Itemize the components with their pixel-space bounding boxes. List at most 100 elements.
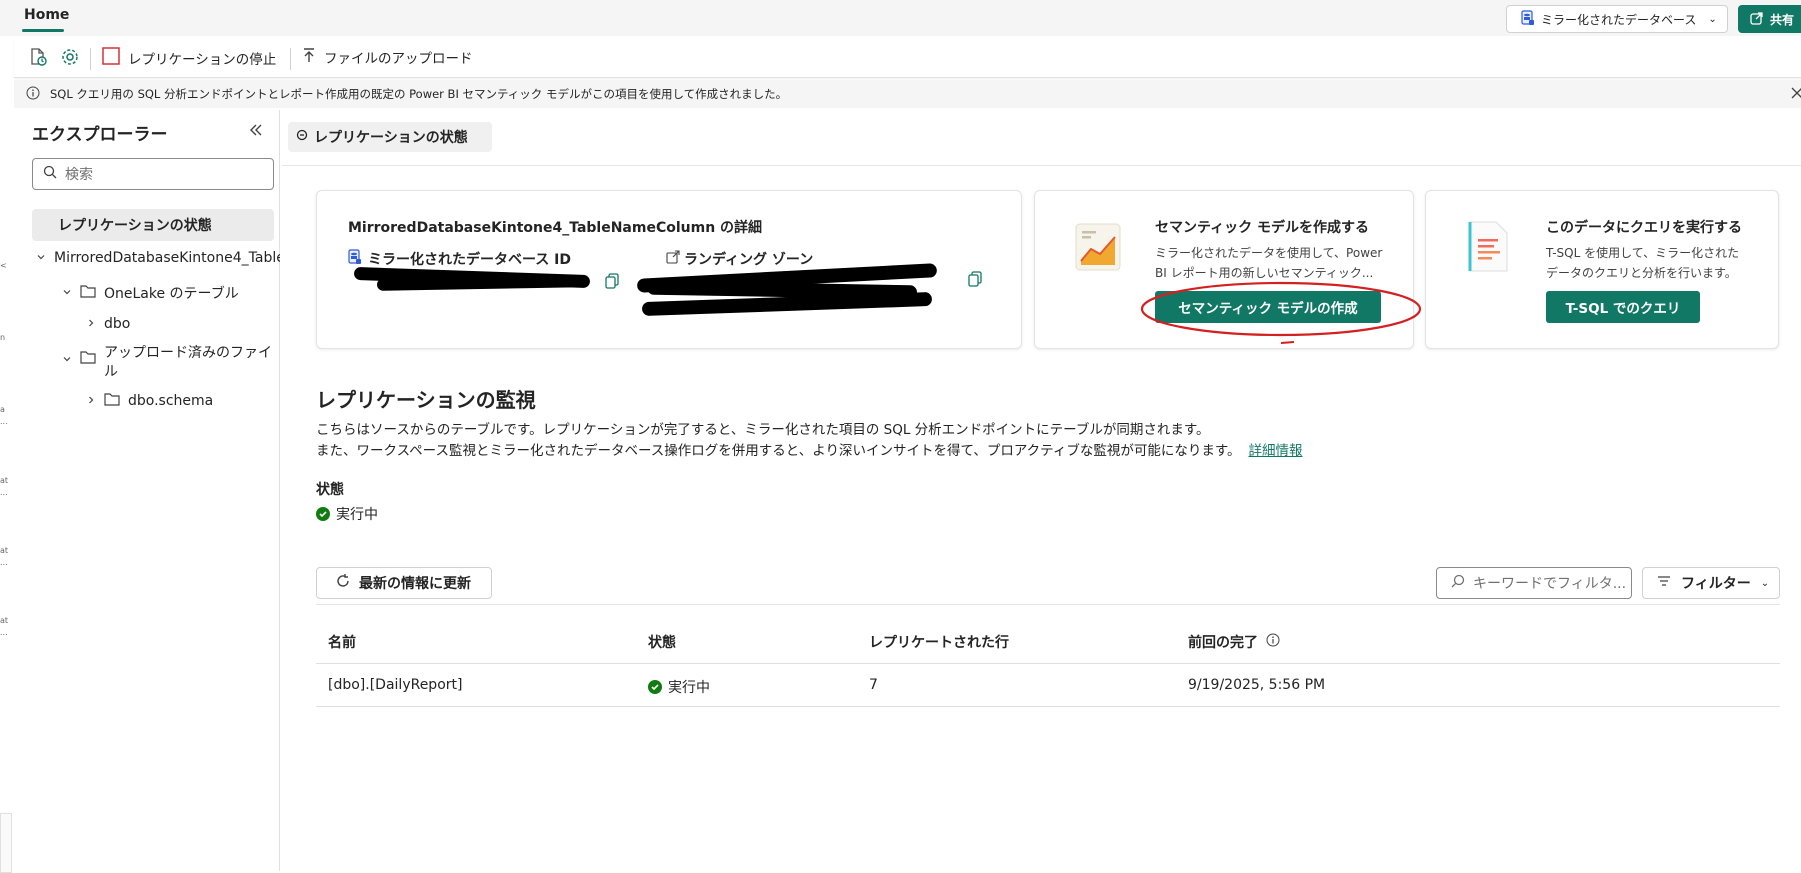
strip-text: < [0, 261, 7, 270]
tree-item-dbo[interactable]: dbo [86, 316, 130, 332]
document-query-icon [1464, 219, 1512, 279]
tree-item-label: ル [104, 364, 118, 380]
share-label: 共有 [1770, 12, 1795, 27]
database-icon [1521, 9, 1535, 29]
explorer-search-input[interactable]: 検索 [32, 158, 274, 190]
search-icon [43, 165, 57, 183]
home-tab[interactable]: Home [24, 7, 69, 23]
desc-line: また、ワークスペース監視とミラー化されたデータベース操作ログを併用すると、より深… [316, 443, 1241, 459]
strip-text: n [0, 333, 6, 342]
info-icon[interactable] [1266, 633, 1280, 651]
info-bar: SQL クエリ用の SQL 分析エンドポイントとレポート作成用の既定の Powe… [14, 80, 1801, 108]
search-icon [1451, 574, 1465, 592]
folder-icon [80, 284, 96, 302]
chevron-down-icon: ⌄ [1708, 13, 1717, 25]
column-header-status[interactable]: 状態 [648, 632, 676, 652]
collapse-panel-icon[interactable] [246, 120, 266, 140]
chevron-down-icon [62, 352, 72, 368]
stop-replication-label: レプリケーションの停止 [128, 52, 277, 68]
filter-icon [1657, 575, 1671, 591]
gear-icon [60, 47, 80, 71]
strip-text: a [0, 405, 5, 414]
refresh-doc-button[interactable] [28, 47, 48, 71]
query-card: このデータにクエリを実行する T-SQL を使用して、ミラー化された データのク… [1425, 190, 1779, 349]
copy-icon[interactable] [605, 273, 619, 293]
strip-text: ... [0, 417, 8, 426]
query-card-desc: T-SQL を使用して、ミラー化された データのクエリと分析を行います。 [1546, 243, 1739, 283]
close-icon[interactable] [1790, 86, 1801, 103]
chevron-right-icon [86, 393, 96, 409]
keyword-filter-input[interactable]: キーワードでフィルタ... [1436, 567, 1632, 599]
monitor-description: こちらはソースからのテーブルです。レプリケーションが完了すると、ミラー化された項… [316, 420, 1302, 462]
ribbon-toolbar: レプリケーションの停止 ファイルのアップロード [14, 38, 1801, 78]
tree-item-uploaded-files[interactable]: アップロード済みのファイ ル [62, 344, 272, 382]
status-text: 実行中 [668, 680, 710, 696]
folder-icon [80, 350, 96, 368]
semantic-model-icon [1073, 221, 1123, 277]
tree-item-label: dbo [104, 316, 131, 332]
semantic-card-title: セマンティック モデルを作成する [1155, 220, 1370, 236]
desc-line: ミラー化されたデータを使用して、Power [1155, 246, 1383, 260]
tab-label: レプリケーションの状態 [314, 130, 468, 146]
refresh-button[interactable]: 最新の情報に更新 [316, 567, 492, 599]
tree-item-replication-status[interactable]: レプリケーションの状態 [32, 209, 274, 241]
db-id-field: ミラー化されたデータベース ID [348, 249, 571, 269]
chevron-down-icon: ⌄ [1760, 577, 1770, 589]
replication-icon [296, 129, 308, 145]
desc-line-with-link: また、ワークスペース監視とミラー化されたデータベース操作ログを併用すると、より深… [316, 441, 1302, 462]
monitor-title: レプリケーションの監視 [316, 388, 536, 412]
external-link-icon [666, 250, 680, 268]
strip-text: at [0, 546, 9, 555]
tree-item-label: アップロード済みのファイ [104, 345, 272, 361]
item-type-label: ミラー化されたデータベース [1541, 12, 1697, 27]
check-circle-icon [316, 507, 330, 521]
divider [316, 604, 1780, 605]
info-message: SQL クエリ用の SQL 分析エンドポイントとレポート作成用の既定の Powe… [50, 87, 788, 101]
landing-zone-field: ランディング ゾーン [666, 249, 813, 269]
tab-replication-status[interactable]: レプリケーションの状態 [288, 122, 492, 152]
cell-status: 実行中 [648, 677, 710, 697]
status-label: 状態 [316, 482, 344, 498]
strip-text: ... [0, 628, 8, 637]
info-icon [26, 86, 40, 103]
stop-icon [102, 47, 120, 69]
tree-item-dbo-schema[interactable]: dbo.schema [86, 392, 213, 410]
cell-name: [dbo].[DailyReport] [328, 677, 463, 693]
upload-files-label: ファイルのアップロード [324, 51, 473, 67]
cell-last-completed: 9/19/2025, 5:56 PM [1188, 677, 1326, 693]
tree-item-label-wrap: アップロード済みのファイ ル [104, 344, 272, 382]
strip-text: ... [0, 488, 8, 497]
check-circle-icon [648, 680, 662, 694]
upload-files-button[interactable]: ファイルのアップロード [302, 47, 473, 67]
status-text: 実行中 [336, 507, 378, 523]
item-type-dropdown[interactable]: ミラー化されたデータベース ⌄ [1506, 5, 1728, 33]
share-icon [1750, 11, 1764, 28]
search-placeholder: 検索 [65, 167, 93, 183]
chevron-down-icon [62, 285, 72, 301]
tree-item-label: dbo.schema [128, 393, 214, 409]
stop-replication-button[interactable]: レプリケーションの停止 [102, 47, 276, 69]
learn-more-link[interactable]: 詳細情報 [1248, 443, 1302, 459]
filter-button[interactable]: フィルター ⌄ [1642, 567, 1780, 599]
strip-text: at [0, 476, 9, 485]
folder-icon [104, 392, 120, 410]
table-header-divider [316, 663, 1780, 664]
copy-icon[interactable] [968, 271, 982, 291]
annotation-ellipse [1140, 281, 1422, 344]
tree-item-label: MirroredDatabaseKintone4_TableNameColumn [54, 250, 280, 266]
tree-item-onelake-tables[interactable]: OneLake のテーブル [62, 283, 239, 303]
tsql-query-button[interactable]: T-SQL でのクエリ [1546, 291, 1700, 323]
column-header-last-completed[interactable]: 前回の完了 [1188, 632, 1280, 652]
divider [282, 165, 1801, 166]
column-header-name[interactable]: 名前 [328, 632, 356, 652]
column-header-replicated-rows[interactable]: レプリケートされた行 [869, 632, 1009, 652]
column-header-label: 前回の完了 [1188, 635, 1258, 651]
tree-item-root[interactable]: MirroredDatabaseKintone4_TableNameColumn [36, 250, 280, 266]
redaction-mark [376, 275, 588, 291]
desc-line: こちらはソースからのテーブルです。レプリケーションが完了すると、ミラー化された項… [316, 422, 1210, 438]
settings-button[interactable] [60, 47, 80, 71]
share-button[interactable]: 共有 [1738, 5, 1801, 33]
details-card-title: MirroredDatabaseKintone4_TableNameColumn… [348, 220, 763, 236]
toolbar-separator [290, 48, 291, 70]
query-card-title: このデータにクエリを実行する [1546, 220, 1742, 236]
